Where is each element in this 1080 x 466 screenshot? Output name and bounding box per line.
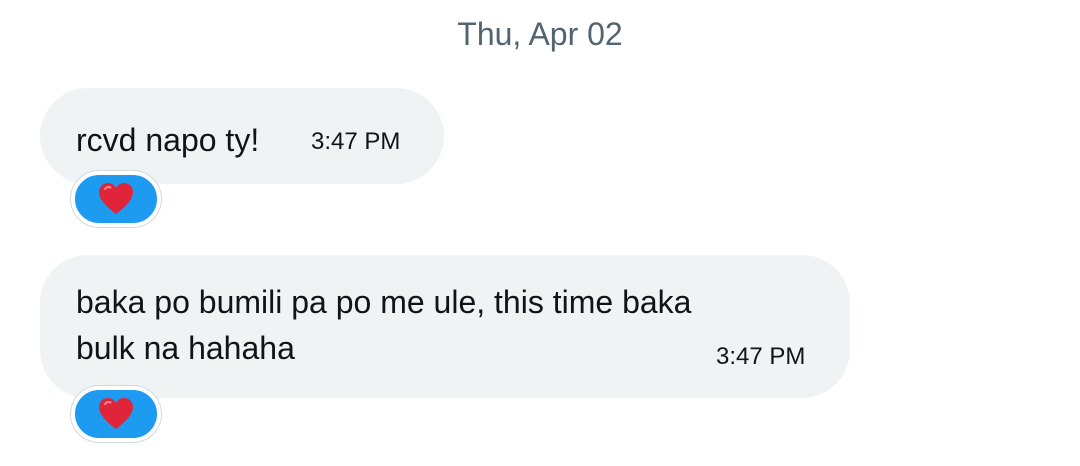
message-timestamp: 3:47 PM (716, 343, 806, 370)
date-separator: Thu, Apr 02 (457, 16, 623, 52)
message-text: baka po bumili pa po me ule, this time b… (76, 284, 692, 366)
reaction-badge[interactable] (71, 386, 161, 442)
message-timestamp: 3:47 PM (311, 128, 401, 155)
message-text: rcvd napo ty! (76, 122, 260, 158)
heart-icon (99, 183, 133, 214)
heart-icon (99, 398, 133, 429)
reaction-badge[interactable] (71, 171, 161, 227)
